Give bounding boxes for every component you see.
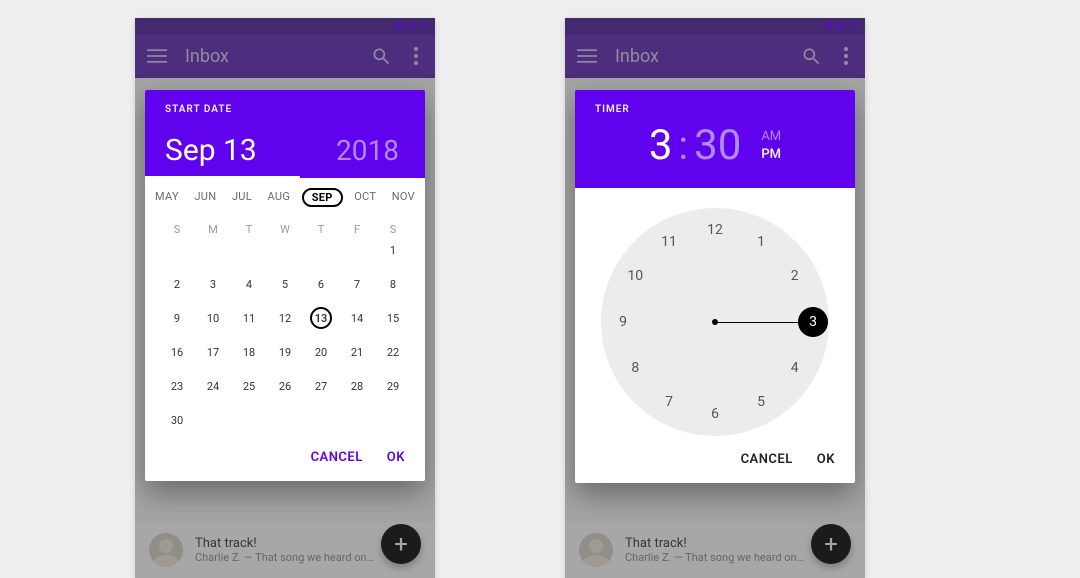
calendar-day[interactable]: 19	[267, 340, 303, 364]
status-circle-icon	[407, 22, 415, 30]
dialog-actions: CANCEL OK	[575, 440, 855, 483]
phone-date-picker: Inbox That track! Charlie Z. — That song…	[135, 18, 435, 578]
calendar-day[interactable]: 12	[267, 306, 303, 330]
am-toggle[interactable]: AM	[761, 128, 781, 146]
tab-indicator	[145, 176, 300, 178]
dialog-actions: CANCEL OK	[145, 438, 425, 481]
month-tab[interactable]: OCT	[350, 188, 380, 207]
time-colon: :	[678, 122, 688, 169]
status-triangle-icon	[849, 22, 859, 31]
status-circle-icon	[837, 22, 845, 30]
calendar-day[interactable]: 3	[195, 272, 231, 296]
selected-year-label[interactable]: 2018	[336, 134, 399, 167]
month-tab[interactable]: JUN	[190, 188, 220, 207]
status-indicators	[395, 18, 429, 34]
hour-label[interactable]: 3	[649, 121, 673, 170]
calendar-day[interactable]: 1	[375, 238, 411, 262]
clock-hour-8[interactable]: 8	[623, 356, 647, 380]
calendar-day[interactable]: 5	[267, 272, 303, 296]
month-tab[interactable]: MAY	[151, 188, 183, 207]
calendar-day[interactable]: 20	[303, 340, 339, 364]
month-tab[interactable]: NOV	[388, 188, 419, 207]
clock-hour-6[interactable]: 6	[703, 402, 727, 426]
calendar-day[interactable]: 25	[231, 374, 267, 398]
calendar-day[interactable]: 10	[195, 306, 231, 330]
calendar-day[interactable]: 16	[159, 340, 195, 364]
clock-hour-5[interactable]: 5	[749, 390, 773, 414]
calendar-day[interactable]: 14	[339, 306, 375, 330]
status-triangle-icon	[419, 22, 429, 31]
calendar-day[interactable]: 7	[339, 272, 375, 296]
calendar-day[interactable]: 27	[303, 374, 339, 398]
clock-selected-knob[interactable]: 3	[798, 307, 828, 337]
selected-date-label[interactable]: Sep 13	[165, 133, 257, 168]
calendar-day[interactable]: 9	[159, 306, 195, 330]
clock-hour-7[interactable]: 7	[657, 390, 681, 414]
date-picker-dialog: START DATE Sep 13 2018 MAYJUNJULAUGSEPOC…	[145, 90, 425, 481]
calendar-grid: 1234567891011121314151617181920212223242…	[145, 238, 425, 438]
weekday-label: T	[231, 223, 267, 236]
calendar-day[interactable]: 2	[159, 272, 195, 296]
calendar-day[interactable]: 18	[231, 340, 267, 364]
month-tab[interactable]: AUG	[264, 188, 295, 207]
time-picker-subtitle: TIMER	[595, 104, 835, 115]
month-tab[interactable]: SEP	[302, 188, 343, 207]
clock-face[interactable]: 1234567891011123	[601, 208, 829, 436]
minute-label[interactable]: 30	[694, 121, 741, 170]
calendar-day[interactable]: 11	[231, 306, 267, 330]
phone-time-picker: Inbox That track! Charlie Z. — That song…	[565, 18, 865, 578]
clock-hour-11[interactable]: 11	[657, 230, 681, 254]
clock-hour-12[interactable]: 12	[703, 218, 727, 242]
cancel-button[interactable]: CANCEL	[741, 452, 793, 467]
weekday-header: SMTWTFS	[145, 217, 425, 238]
calendar-day[interactable]: 8	[375, 272, 411, 296]
clock-hour-1[interactable]: 1	[749, 230, 773, 254]
date-picker-subtitle: START DATE	[165, 104, 405, 115]
calendar-day[interactable]: 23	[159, 374, 195, 398]
status-square-icon	[395, 22, 403, 30]
ok-button[interactable]: OK	[387, 450, 405, 465]
status-indicators	[825, 18, 859, 34]
calendar-day[interactable]: 22	[375, 340, 411, 364]
calendar-day[interactable]: 4	[231, 272, 267, 296]
pm-toggle[interactable]: PM	[761, 146, 781, 164]
weekday-label: T	[303, 223, 339, 236]
calendar-day[interactable]: 24	[195, 374, 231, 398]
month-tab[interactable]: JUL	[228, 188, 256, 207]
calendar-day[interactable]: 26	[267, 374, 303, 398]
month-strip[interactable]: MAY JUN JUL AUG SEP OCT NOV	[145, 178, 425, 217]
weekday-label: S	[159, 223, 195, 236]
calendar-day[interactable]: 13	[303, 306, 339, 330]
cancel-button[interactable]: CANCEL	[311, 450, 363, 465]
calendar-day[interactable]: 28	[339, 374, 375, 398]
ok-button[interactable]: OK	[817, 452, 835, 467]
weekday-label: M	[195, 223, 231, 236]
clock-hour-9[interactable]: 9	[611, 310, 635, 334]
calendar-day[interactable]: 29	[375, 374, 411, 398]
clock-hour-4[interactable]: 4	[783, 356, 807, 380]
weekday-label: W	[267, 223, 303, 236]
time-picker-dialog: TIMER 3 : 30 AM PM 1234567891011123 CANC…	[575, 90, 855, 483]
calendar-day[interactable]: 15	[375, 306, 411, 330]
clock-hour-2[interactable]: 2	[783, 264, 807, 288]
weekday-label: S	[375, 223, 411, 236]
calendar-day[interactable]: 6	[303, 272, 339, 296]
calendar-day[interactable]: 17	[195, 340, 231, 364]
weekday-label: F	[339, 223, 375, 236]
status-square-icon	[825, 22, 833, 30]
calendar-day[interactable]: 30	[159, 408, 195, 432]
calendar-day[interactable]: 21	[339, 340, 375, 364]
clock-hour-10[interactable]: 10	[623, 264, 647, 288]
